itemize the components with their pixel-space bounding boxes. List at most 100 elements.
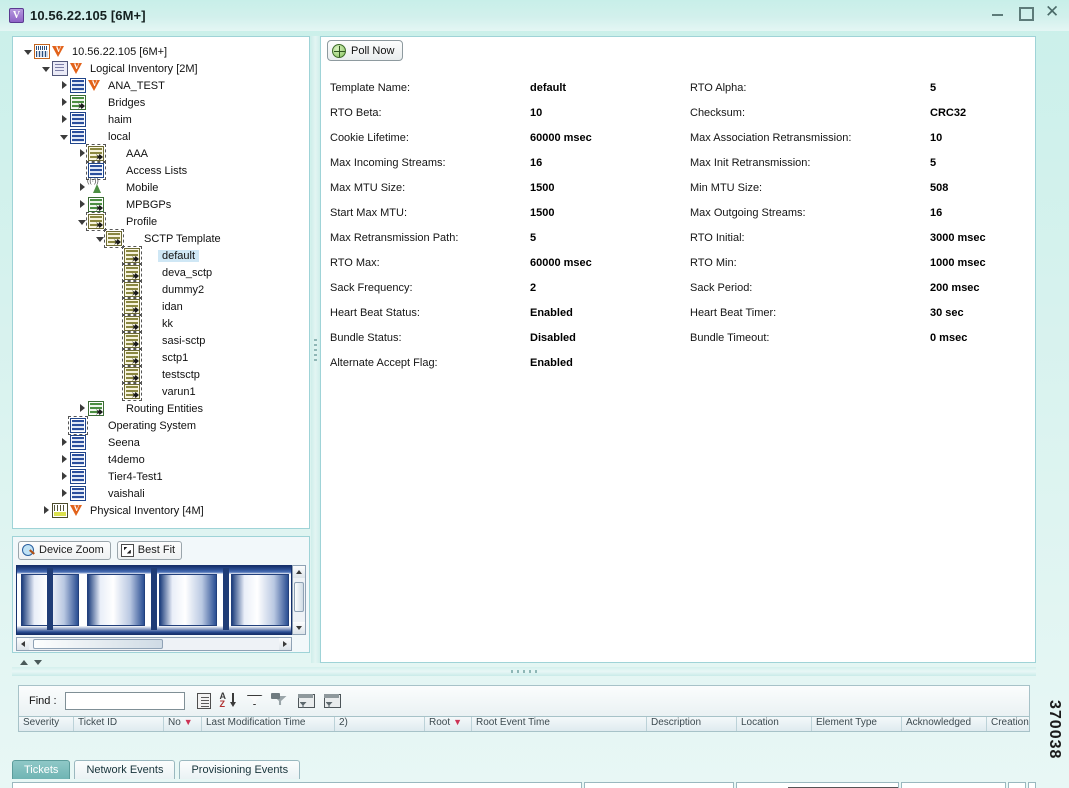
tree-node[interactable]: Mobile [13,178,309,196]
property-row: RTO Beta: 10 Checksum: CRC32 [330,100,1035,125]
table-column-header[interactable]: Ticket ID [74,717,164,731]
chevron-down-icon[interactable] [59,131,70,142]
chevron-right-icon[interactable] [77,403,88,414]
scroll-right-icon[interactable] [279,638,291,650]
chevron-right-icon[interactable] [41,505,52,516]
tree-node[interactable]: MPBGPs [13,196,309,213]
tree-node[interactable]: AAA [13,144,309,163]
tree-node[interactable]: ANA_TEST [13,77,309,94]
chassis-card[interactable] [87,574,145,626]
tree-node[interactable]: deva_sctp [13,263,309,282]
chevron-down-icon[interactable] [77,216,88,227]
horizontal-scroll-thumb[interactable] [33,639,163,649]
table-column-header[interactable]: Last Modification Time [202,717,335,731]
property-value: 2 [530,281,537,294]
device-view-vertical-scrollbar[interactable] [292,565,306,635]
table-column-header[interactable]: Description [647,717,737,731]
chevron-down-icon[interactable] [95,233,106,244]
properties-icon[interactable] [193,692,211,710]
minimize-icon[interactable] [991,5,1005,19]
horizontal-splitter[interactable] [12,667,1036,676]
alert-badge-icon [70,504,83,518]
best-fit-button[interactable]: Best Fit [116,540,183,560]
tree-node[interactable]: dummy2 [13,280,309,299]
chevron-down-icon[interactable] [23,46,34,57]
tree-node[interactable]: testsctp [13,365,309,384]
filter-icon[interactable] [245,692,263,710]
table-column-header[interactable]: Severity [19,717,74,731]
panel-resize-arrows[interactable] [20,658,43,667]
tab-tickets[interactable]: Tickets [12,760,71,779]
tree-node[interactable]: local [13,128,309,145]
vertical-splitter[interactable] [311,36,320,663]
clear-filter-icon[interactable] [270,692,289,710]
tree-node-label: sctp1 [162,351,189,364]
table-column-header[interactable]: Root ▼ [425,717,472,731]
table-column-header[interactable]: Root Event Time [472,717,647,731]
tree-node[interactable]: varun1 [13,382,309,401]
table-column-header[interactable]: Acknowledged [902,717,987,731]
close-icon[interactable]: ✕ [1045,3,1059,20]
tree-node[interactable]: vaishali [13,485,309,502]
tree-node[interactable]: Physical Inventory [4M] [13,502,309,519]
device-chassis-view[interactable] [16,565,292,635]
chassis-card[interactable] [159,574,217,626]
collapse-down-icon[interactable] [34,658,43,667]
vertical-scroll-thumb[interactable] [294,582,304,612]
tree-node[interactable]: Access Lists [13,161,309,180]
tree-node[interactable]: Seena [13,434,309,451]
property-label: Checksum: [690,106,746,119]
collapse-up-icon[interactable] [20,658,29,667]
tree-node[interactable]: Tier4-Test1 [13,468,309,485]
table-column-header[interactable]: Creation Time [987,717,1029,731]
tree-node[interactable]: Profile [13,212,309,231]
chevron-right-icon[interactable] [59,488,70,499]
scroll-down-icon[interactable] [293,622,305,634]
blue-grid-icon [70,112,86,127]
tree-node[interactable]: Routing Entities [13,400,309,417]
maximize-icon[interactable] [1018,5,1034,21]
property-value: 10 [530,106,543,119]
tree-node[interactable]: SCTP Template [13,229,309,248]
table-column-header[interactable]: Element Type [812,717,902,731]
tree-node[interactable]: sasi-sctp [13,331,309,350]
chevron-down-icon[interactable] [41,63,52,74]
chevron-right-icon[interactable] [59,471,70,482]
chevron-right-icon[interactable] [77,148,88,159]
sort-az-icon[interactable] [219,691,237,710]
filter-window-icon[interactable] [297,692,315,710]
chevron-right-icon[interactable] [59,97,70,108]
tree-node[interactable]: Operating System [13,416,309,435]
scroll-up-icon[interactable] [293,566,305,578]
inventory-tree-panel[interactable]: 10.56.22.105 [6M+] Logical Inventory [2M]… [12,36,310,529]
device-view-horizontal-scrollbar[interactable] [16,637,292,651]
chevron-right-icon[interactable] [59,80,70,91]
tree-node[interactable]: sctp1 [13,348,309,367]
table-column-header[interactable]: 2) [335,717,425,731]
device-zoom-button[interactable]: Device Zoom [18,540,111,560]
find-input[interactable] [64,692,185,710]
tree-node[interactable]: haim [13,111,309,128]
tree-node[interactable]: kk [13,314,309,333]
table-column-header[interactable]: Location [737,717,812,731]
chevron-right-icon[interactable] [59,114,70,125]
tree-node[interactable]: Bridges [13,94,309,111]
tree-node[interactable]: Logical Inventory [2M] [13,60,309,77]
chevron-right-icon[interactable] [59,454,70,465]
events-tab-bar[interactable]: Tickets Network Events Provisioning Events [12,758,301,779]
filter-export-icon[interactable] [323,692,341,710]
chevron-right-icon[interactable] [77,199,88,210]
tree-node[interactable]: t4demo [13,451,309,468]
tab-network-events[interactable]: Network Events [74,760,176,779]
chassis-card[interactable] [231,574,289,626]
scroll-left-icon[interactable] [17,638,29,650]
tree-node[interactable]: 10.56.22.105 [6M+] [13,43,309,60]
tree-node[interactable]: idan [13,297,309,316]
chevron-right-icon[interactable] [59,437,70,448]
table-column-header[interactable]: No ▼ [164,717,202,731]
tree-node-label: varun1 [162,385,196,398]
inventory-tree[interactable]: 10.56.22.105 [6M+] Logical Inventory [2M]… [13,37,309,519]
poll-now-button[interactable]: Poll Now [327,40,404,61]
tree-node[interactable]: default [13,246,309,265]
tab-provisioning-events[interactable]: Provisioning Events [179,760,301,779]
